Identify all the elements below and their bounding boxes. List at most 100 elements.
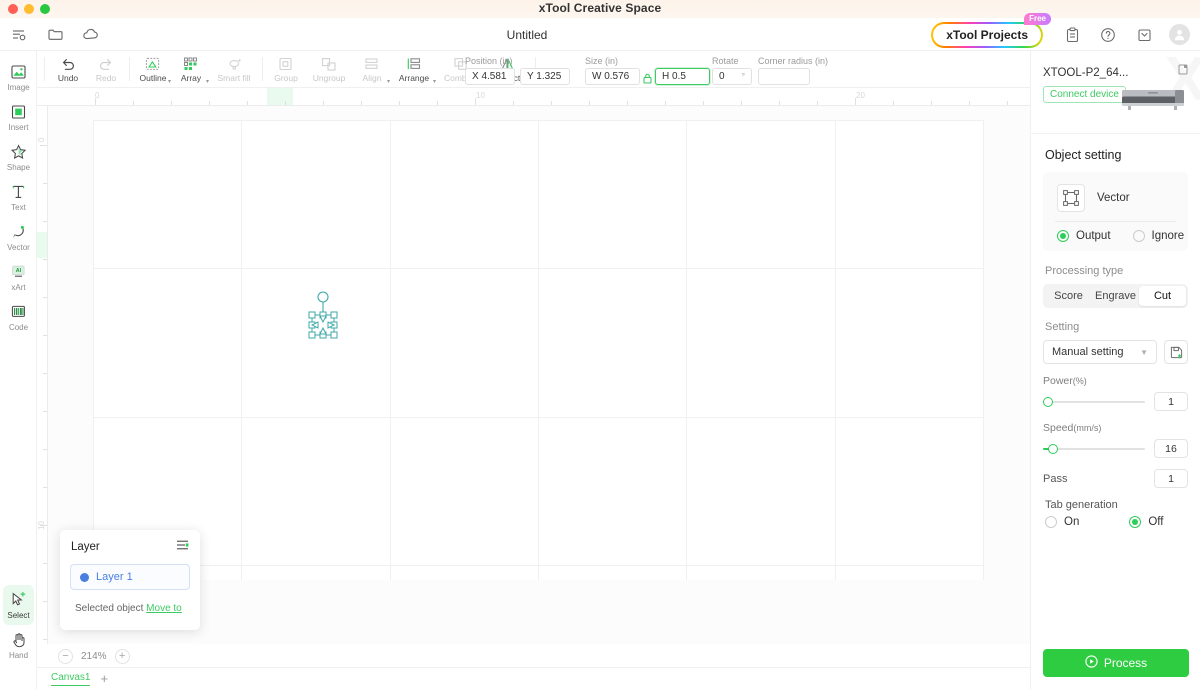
selected-object[interactable]: [305, 286, 341, 342]
rotate-label: Rotate: [712, 56, 739, 66]
power-row: 1: [1043, 392, 1188, 411]
select-cursor-icon: [11, 591, 27, 609]
horizontal-ruler[interactable]: 0 10 20: [37, 88, 1030, 106]
group-icon: [278, 56, 294, 72]
avatar[interactable]: [1169, 24, 1190, 45]
layer-item-layer-1[interactable]: Layer 1: [70, 564, 190, 590]
layer-options-icon[interactable]: [176, 538, 189, 556]
power-slider-knob[interactable]: [1043, 397, 1053, 407]
position-x-input[interactable]: X 4.581: [465, 68, 515, 85]
toolbar-item-group[interactable]: Group: [267, 51, 305, 88]
toolbar-item-ungroup[interactable]: Ungroup: [305, 51, 353, 88]
corner-radius-input[interactable]: [758, 68, 810, 85]
processing-type-engrave[interactable]: Engrave: [1092, 286, 1139, 306]
device-pin-icon[interactable]: [1178, 62, 1188, 80]
setting-select[interactable]: Manual setting ▼: [1043, 340, 1157, 364]
add-canvas-button[interactable]: +: [100, 672, 108, 685]
rail-item-image[interactable]: Image: [0, 57, 37, 97]
ruler-h-label: 10: [476, 91, 485, 100]
ruler-tick: [43, 601, 47, 602]
left-tool-rail: Image Insert Shape: [0, 51, 37, 689]
ruler-tick: [43, 639, 47, 640]
toolbar-item-align[interactable]: Align ▾: [353, 51, 391, 88]
chevron-down-icon[interactable]: ▾: [206, 78, 209, 85]
toolbar-item-outline[interactable]: Outline ▾: [134, 51, 172, 88]
document-title[interactable]: Untitled: [0, 18, 1054, 51]
output-label: Output: [1076, 230, 1111, 242]
grid-line-vertical: [835, 120, 836, 580]
rail-item-xart[interactable]: AI xArt: [0, 257, 37, 297]
processing-type-score[interactable]: Score: [1045, 286, 1092, 306]
ruler-tick: [361, 101, 362, 105]
power-value-input[interactable]: 1: [1154, 392, 1188, 411]
rail-item-shape[interactable]: Shape: [0, 137, 37, 177]
tab-generation-off-radio[interactable]: Off: [1129, 516, 1163, 528]
toolbar-item-array[interactable]: Array ▾: [172, 51, 210, 88]
layer-panel[interactable]: Layer Layer 1 Selected object Move to: [60, 530, 200, 630]
size-h-input[interactable]: H 0.5: [655, 68, 710, 85]
rotate-field-group: Rotate 0 °: [712, 51, 762, 88]
zoom-out-button[interactable]: −: [58, 649, 73, 664]
toolbar-item-redo[interactable]: Redo: [87, 51, 125, 88]
toolbar-item-label: Align: [363, 74, 382, 83]
ruler-tick: [43, 449, 47, 450]
speed-slider[interactable]: [1043, 443, 1145, 455]
ruler-tick: [43, 335, 47, 336]
rail-item-code[interactable]: Code: [0, 297, 37, 337]
ruler-tick: [513, 101, 514, 105]
chevron-down-icon[interactable]: ▾: [168, 78, 171, 85]
rail-item-hand[interactable]: Hand: [0, 625, 37, 665]
tab-generation-on-radio[interactable]: On: [1045, 516, 1079, 528]
speed-row: 16: [1043, 439, 1188, 458]
size-w-input[interactable]: W 0.576: [585, 68, 640, 85]
rail-item-text[interactable]: Text: [0, 177, 37, 217]
rail-item-insert[interactable]: Insert: [0, 97, 37, 137]
rail-item-select[interactable]: Select: [3, 585, 34, 625]
radio-on-icon: [1129, 516, 1141, 528]
output-radio[interactable]: Output: [1057, 230, 1111, 242]
save-setting-button[interactable]: [1164, 340, 1188, 364]
ruler-tick: [285, 101, 286, 105]
lock-aspect-icon[interactable]: [643, 71, 652, 89]
speed-value-input[interactable]: 16: [1154, 439, 1188, 458]
position-y-input[interactable]: Y 1.325: [520, 68, 570, 85]
play-icon: [1085, 655, 1098, 671]
power-slider[interactable]: [1043, 396, 1145, 408]
rail-item-vector[interactable]: Vector: [0, 217, 37, 257]
work-area-sheet[interactable]: [93, 120, 983, 580]
process-button-label: Process: [1104, 656, 1147, 670]
arrange-icon: [406, 56, 423, 72]
vertical-ruler[interactable]: 0 10: [37, 106, 48, 644]
process-button[interactable]: Process: [1043, 649, 1189, 677]
size-label: Size (in): [585, 56, 618, 66]
chevron-down-icon[interactable]: ▾: [433, 78, 436, 85]
grid-line-vertical: [538, 120, 539, 580]
speed-slider-knob[interactable]: [1048, 444, 1058, 454]
processing-type-cut[interactable]: Cut: [1139, 286, 1186, 306]
ignore-radio[interactable]: Ignore: [1133, 230, 1185, 242]
zoom-in-button[interactable]: +: [115, 649, 130, 664]
rail-item-label: Image: [7, 83, 29, 92]
toolbar-item-label: Undo: [58, 74, 78, 83]
grid-line-horizontal: [93, 417, 983, 418]
toolbar-item-undo[interactable]: Undo: [49, 51, 87, 88]
pass-value-input[interactable]: 1: [1154, 469, 1188, 488]
connect-device-button[interactable]: Connect device: [1043, 86, 1126, 103]
xtool-projects-button[interactable]: xTool Projects: [931, 22, 1043, 48]
radio-off-icon: [1045, 516, 1057, 528]
move-to-link[interactable]: Move to: [146, 603, 182, 614]
toolbar-item-smart-fill[interactable]: Smart fill: [210, 51, 258, 88]
rail-item-label: Select: [7, 611, 29, 620]
rail-item-label: Vector: [7, 243, 30, 252]
chevron-down-icon[interactable]: ▾: [387, 78, 390, 85]
toolbar-item-label: Array: [181, 74, 201, 83]
clipboard-icon[interactable]: [1061, 24, 1083, 46]
canvas-tab-canvas1[interactable]: Canvas1: [51, 672, 90, 686]
rotate-input[interactable]: 0 °: [712, 68, 752, 85]
power-label: Power(%): [1043, 375, 1188, 387]
toolbar-item-arrange[interactable]: Arrange ▾: [391, 51, 437, 88]
help-icon[interactable]: [1097, 24, 1119, 46]
inbox-icon[interactable]: [1133, 24, 1155, 46]
rail-item-label: Shape: [7, 163, 30, 172]
insert-tool-icon: [10, 103, 27, 121]
